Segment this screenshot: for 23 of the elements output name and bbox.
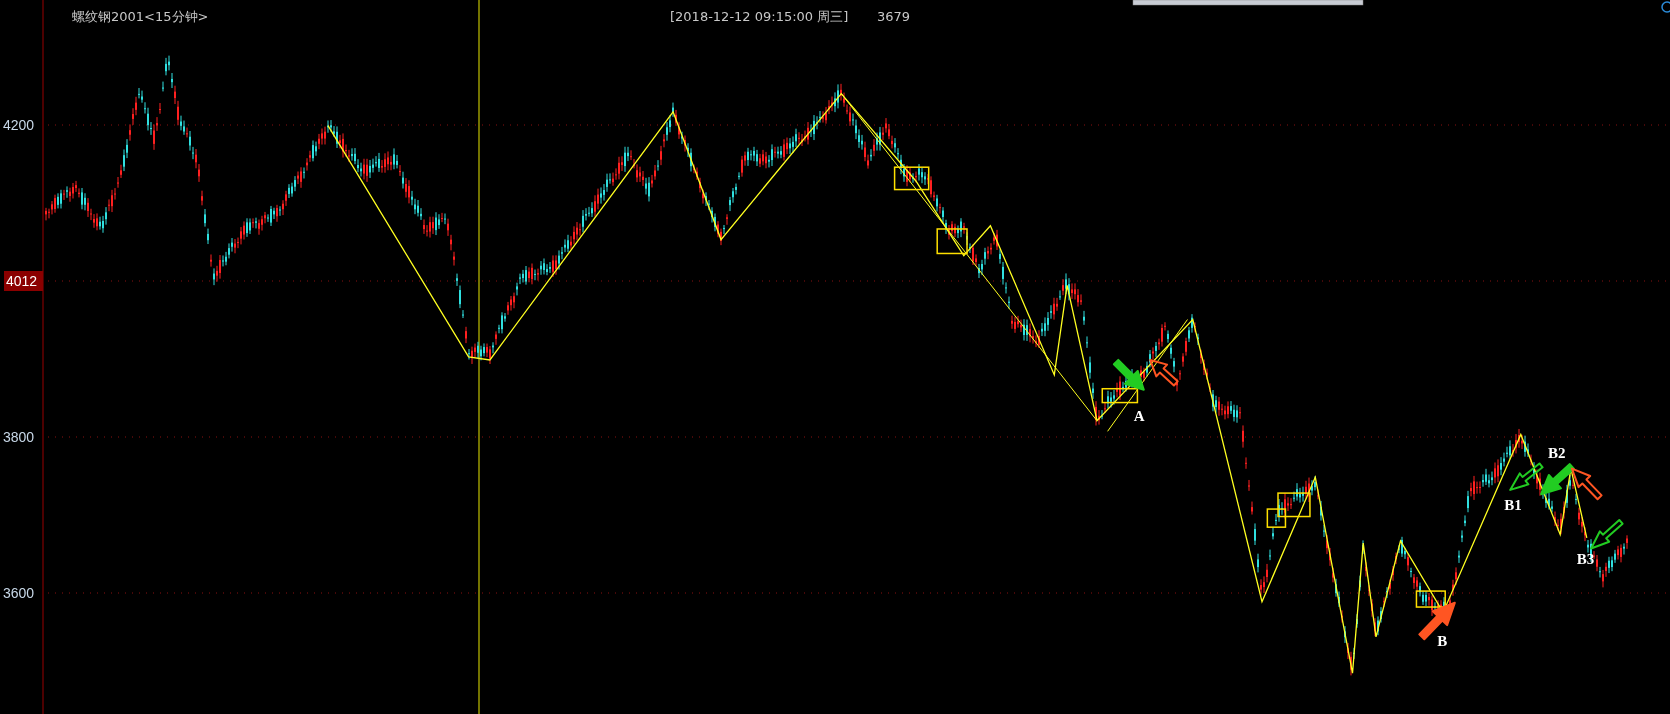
range-box [1415,590,1446,608]
signal-label: B2 [1547,444,1566,461]
arrow-marker [1540,463,1575,496]
range-box [1101,388,1139,404]
range-box [936,228,968,255]
header-bar[interactable] [1132,0,1364,6]
cursor-info: [2018-12-12 09:15:00 周三] [670,9,849,24]
price-axis-label: 4200 [3,117,35,133]
arrow-marker [1590,519,1624,550]
signal-label: B3 [1576,551,1595,568]
arrow-marker [1509,462,1544,491]
arrow-marker [1570,467,1603,501]
price-axis-label: 3600 [3,585,35,601]
chart-title: 螺纹钢2001<15分钟> [72,9,209,24]
arrow-marker [1112,358,1145,391]
signal-label: B [1437,633,1448,650]
signal-label: A [1133,407,1145,424]
arrow-marker [1149,359,1179,387]
range-box [893,166,930,191]
price-axis-label: 4012 [6,273,38,289]
cursor-price: 3679 [877,9,911,24]
price-axis-label: 3800 [3,429,35,445]
signal-label: B1 [1504,497,1522,514]
